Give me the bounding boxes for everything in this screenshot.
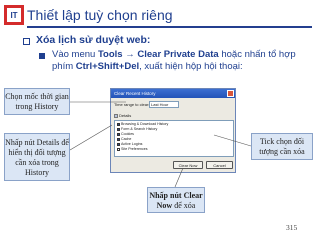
bullet-text: Vào menu Tools → Clear Private Data hoặc… — [52, 49, 312, 73]
clear-history-dialog: Clear Recent History Time range to clear… — [110, 88, 236, 173]
dialog-title: Clear Recent History — [111, 89, 235, 98]
checkbox[interactable] — [117, 132, 120, 136]
arrow-icon: → — [122, 49, 138, 60]
school-logo-icon: IT — [3, 2, 25, 28]
bullet-text-part3: , xuất hiện hộp hội thoại: — [139, 61, 243, 72]
callout-clear-rest: để xóa — [172, 201, 196, 210]
callout-details: Nhấp nút Details để hiển thị đối tượng c… — [4, 133, 70, 181]
cancel-button[interactable]: Cancel — [206, 161, 233, 169]
bullet-text-part1: Vào menu — [52, 49, 98, 60]
details-label: Details — [119, 113, 132, 118]
callout-check-items: Tick chọn đối tượng cần xóa — [251, 133, 313, 160]
shortcut-text: Ctrl+Shift+Del — [75, 61, 140, 72]
expand-icon[interactable] — [114, 113, 118, 118]
svg-text:IT: IT — [10, 11, 17, 20]
details-toggle[interactable]: Details — [114, 113, 131, 118]
time-range-select[interactable]: Last Hour — [149, 101, 179, 108]
clear-private-data-text: Clear Private Data — [137, 49, 219, 60]
close-icon[interactable] — [227, 90, 234, 97]
time-range-label: Time range to clear: — [114, 102, 150, 107]
bullet-heading: Xóa lịch sử duyệt web: — [36, 34, 151, 46]
checkbox[interactable] — [117, 142, 120, 146]
title-divider — [27, 26, 312, 28]
slide-title: Thiết lập tuỳ chọn riêng — [27, 7, 173, 23]
checkbox[interactable] — [117, 147, 120, 151]
menu-tools-text: Tools — [97, 49, 123, 60]
checkbox[interactable] — [117, 122, 120, 126]
page-number: 315 — [286, 223, 298, 232]
history-items-list: Browsing & Download History Form & Searc… — [114, 120, 234, 157]
slide: IT Thiết lập tuỳ chọn riêng Xóa lịch sử … — [0, 0, 320, 247]
checkbox[interactable] — [117, 137, 120, 141]
list-item[interactable]: Site Preferences — [117, 147, 231, 152]
sub-bullet-icon — [39, 53, 45, 59]
checkbox[interactable] — [117, 127, 120, 131]
callout-clear-now: Nhấp nút Clear Now để xóa — [147, 187, 205, 213]
bullet-box-icon — [23, 38, 30, 45]
callout-time-range: Chọn mốc thời gian trong History — [4, 88, 70, 115]
clear-now-button[interactable]: Clear Now — [173, 161, 203, 169]
